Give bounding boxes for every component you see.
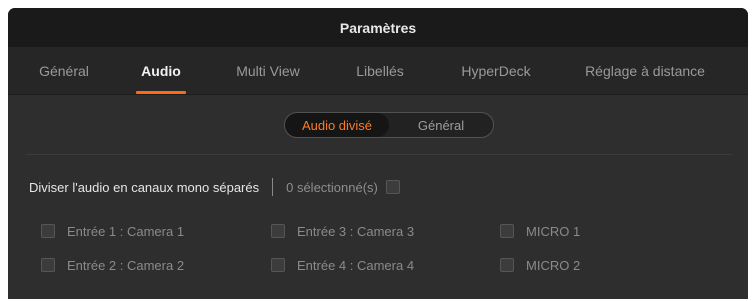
window-title: Paramètres	[339, 19, 417, 36]
tab-label: Audio	[141, 62, 181, 79]
option-label: Général	[417, 117, 465, 133]
input-2-checkbox-item[interactable]: Entrée 2 : Camera 2	[41, 256, 184, 274]
split-audio-row: Diviser l'audio en canaux mono séparés 0…	[29, 176, 400, 198]
tab-audio[interactable]: Audio	[126, 47, 196, 94]
tab-label: Général	[39, 62, 89, 79]
checkbox[interactable]	[500, 224, 514, 238]
tab-bar: Général Audio Multi View Libellés HyperD…	[8, 47, 748, 95]
checkbox[interactable]	[41, 258, 55, 272]
tab-label: Réglage à distance	[585, 62, 705, 79]
input-4-checkbox-item[interactable]: Entrée 4 : Camera 4	[271, 256, 414, 274]
section-divider	[26, 154, 732, 155]
input-1-checkbox-item[interactable]: Entrée 1 : Camera 1	[41, 222, 184, 240]
tab-label: Multi View	[236, 62, 300, 79]
tab-label: HyperDeck	[461, 62, 531, 79]
input-label: Entrée 1 : Camera 1	[67, 223, 185, 239]
window-titlebar: Paramètres	[8, 8, 748, 47]
micro-2-checkbox-item[interactable]: MICRO 2	[500, 256, 580, 274]
tab-label: Libellés	[356, 62, 404, 79]
audio-divise-option[interactable]: Audio divisé	[285, 113, 389, 137]
input-label: Entrée 4 : Camera 4	[297, 257, 415, 273]
input-label: Entrée 2 : Camera 2	[67, 257, 185, 273]
divider	[272, 178, 274, 196]
split-audio-label: Diviser l'audio en canaux mono séparés	[29, 179, 260, 195]
option-label: Audio divisé	[301, 117, 373, 133]
input-3-checkbox-item[interactable]: Entrée 3 : Camera 3	[271, 222, 414, 240]
checkbox[interactable]	[271, 224, 285, 238]
settings-window: Paramètres Général Audio Multi View Libe…	[8, 8, 748, 299]
input-label: Entrée 3 : Camera 3	[297, 223, 415, 239]
micro-1-checkbox-item[interactable]: MICRO 1	[500, 222, 580, 240]
selected-count: 0 sélectionné(s)	[286, 179, 378, 195]
tab-libelles[interactable]: Libellés	[340, 47, 420, 94]
checkbox[interactable]	[500, 258, 514, 272]
tab-reglage-a-distance[interactable]: Réglage à distance	[564, 47, 726, 94]
input-label: MICRO 2	[526, 257, 581, 273]
general-option[interactable]: Général	[389, 113, 493, 137]
tab-multi-view[interactable]: Multi View	[218, 47, 318, 94]
tab-general[interactable]: Général	[22, 47, 106, 94]
audio-mode-segmented-control: Audio divisé Général	[284, 112, 494, 138]
checkbox[interactable]	[41, 224, 55, 238]
input-label: MICRO 1	[526, 223, 581, 239]
tab-hyperdeck[interactable]: HyperDeck	[446, 47, 546, 94]
checkbox[interactable]	[271, 258, 285, 272]
select-all-checkbox[interactable]	[385, 180, 400, 194]
